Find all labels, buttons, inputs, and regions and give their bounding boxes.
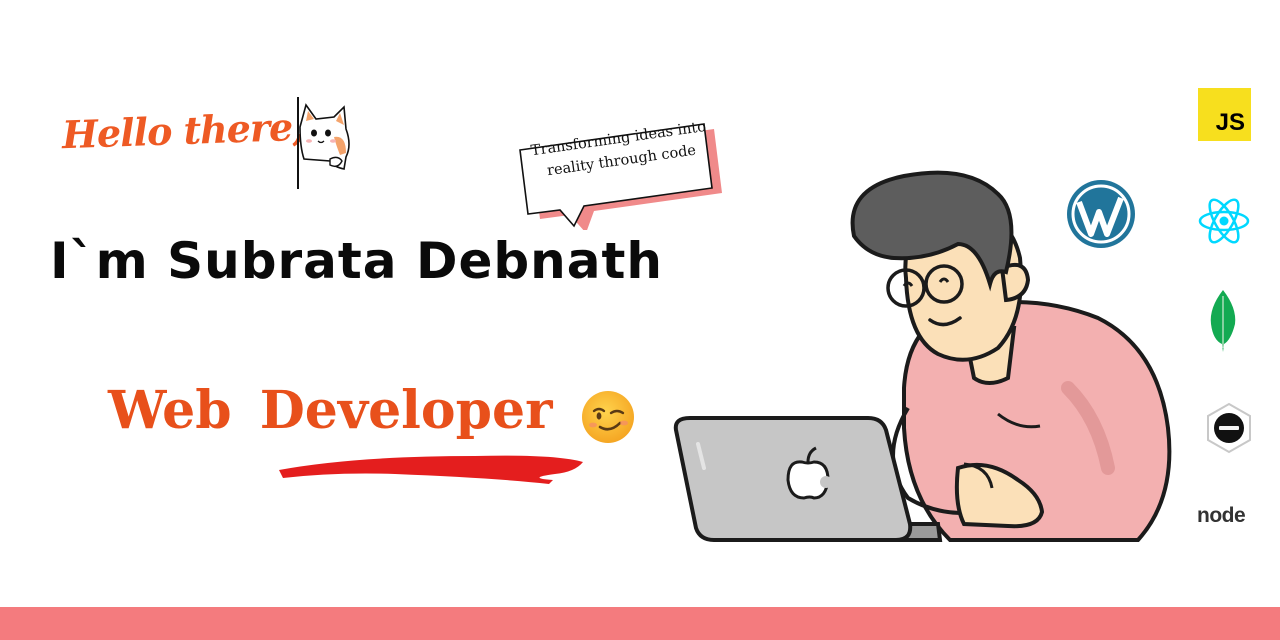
react-icon	[1198, 198, 1250, 244]
hero-name: I`m Subrata Debnath	[50, 232, 663, 290]
brush-underline	[279, 455, 583, 484]
bottom-bar	[0, 607, 1280, 640]
express-icon	[1207, 402, 1251, 454]
hero-role: Web Developer	[108, 380, 553, 441]
winking-face-icon	[582, 391, 634, 443]
nodejs-icon: node	[1197, 504, 1253, 532]
javascript-icon: JS	[1198, 88, 1251, 141]
greeting-text: Hello there,	[61, 103, 306, 158]
nodejs-icon-label: node	[1197, 504, 1246, 527]
mongodb-icon	[1210, 290, 1236, 352]
javascript-icon-label: JS	[1215, 109, 1245, 136]
peeking-cat-icon	[297, 97, 350, 189]
wordpress-icon	[1067, 180, 1135, 248]
